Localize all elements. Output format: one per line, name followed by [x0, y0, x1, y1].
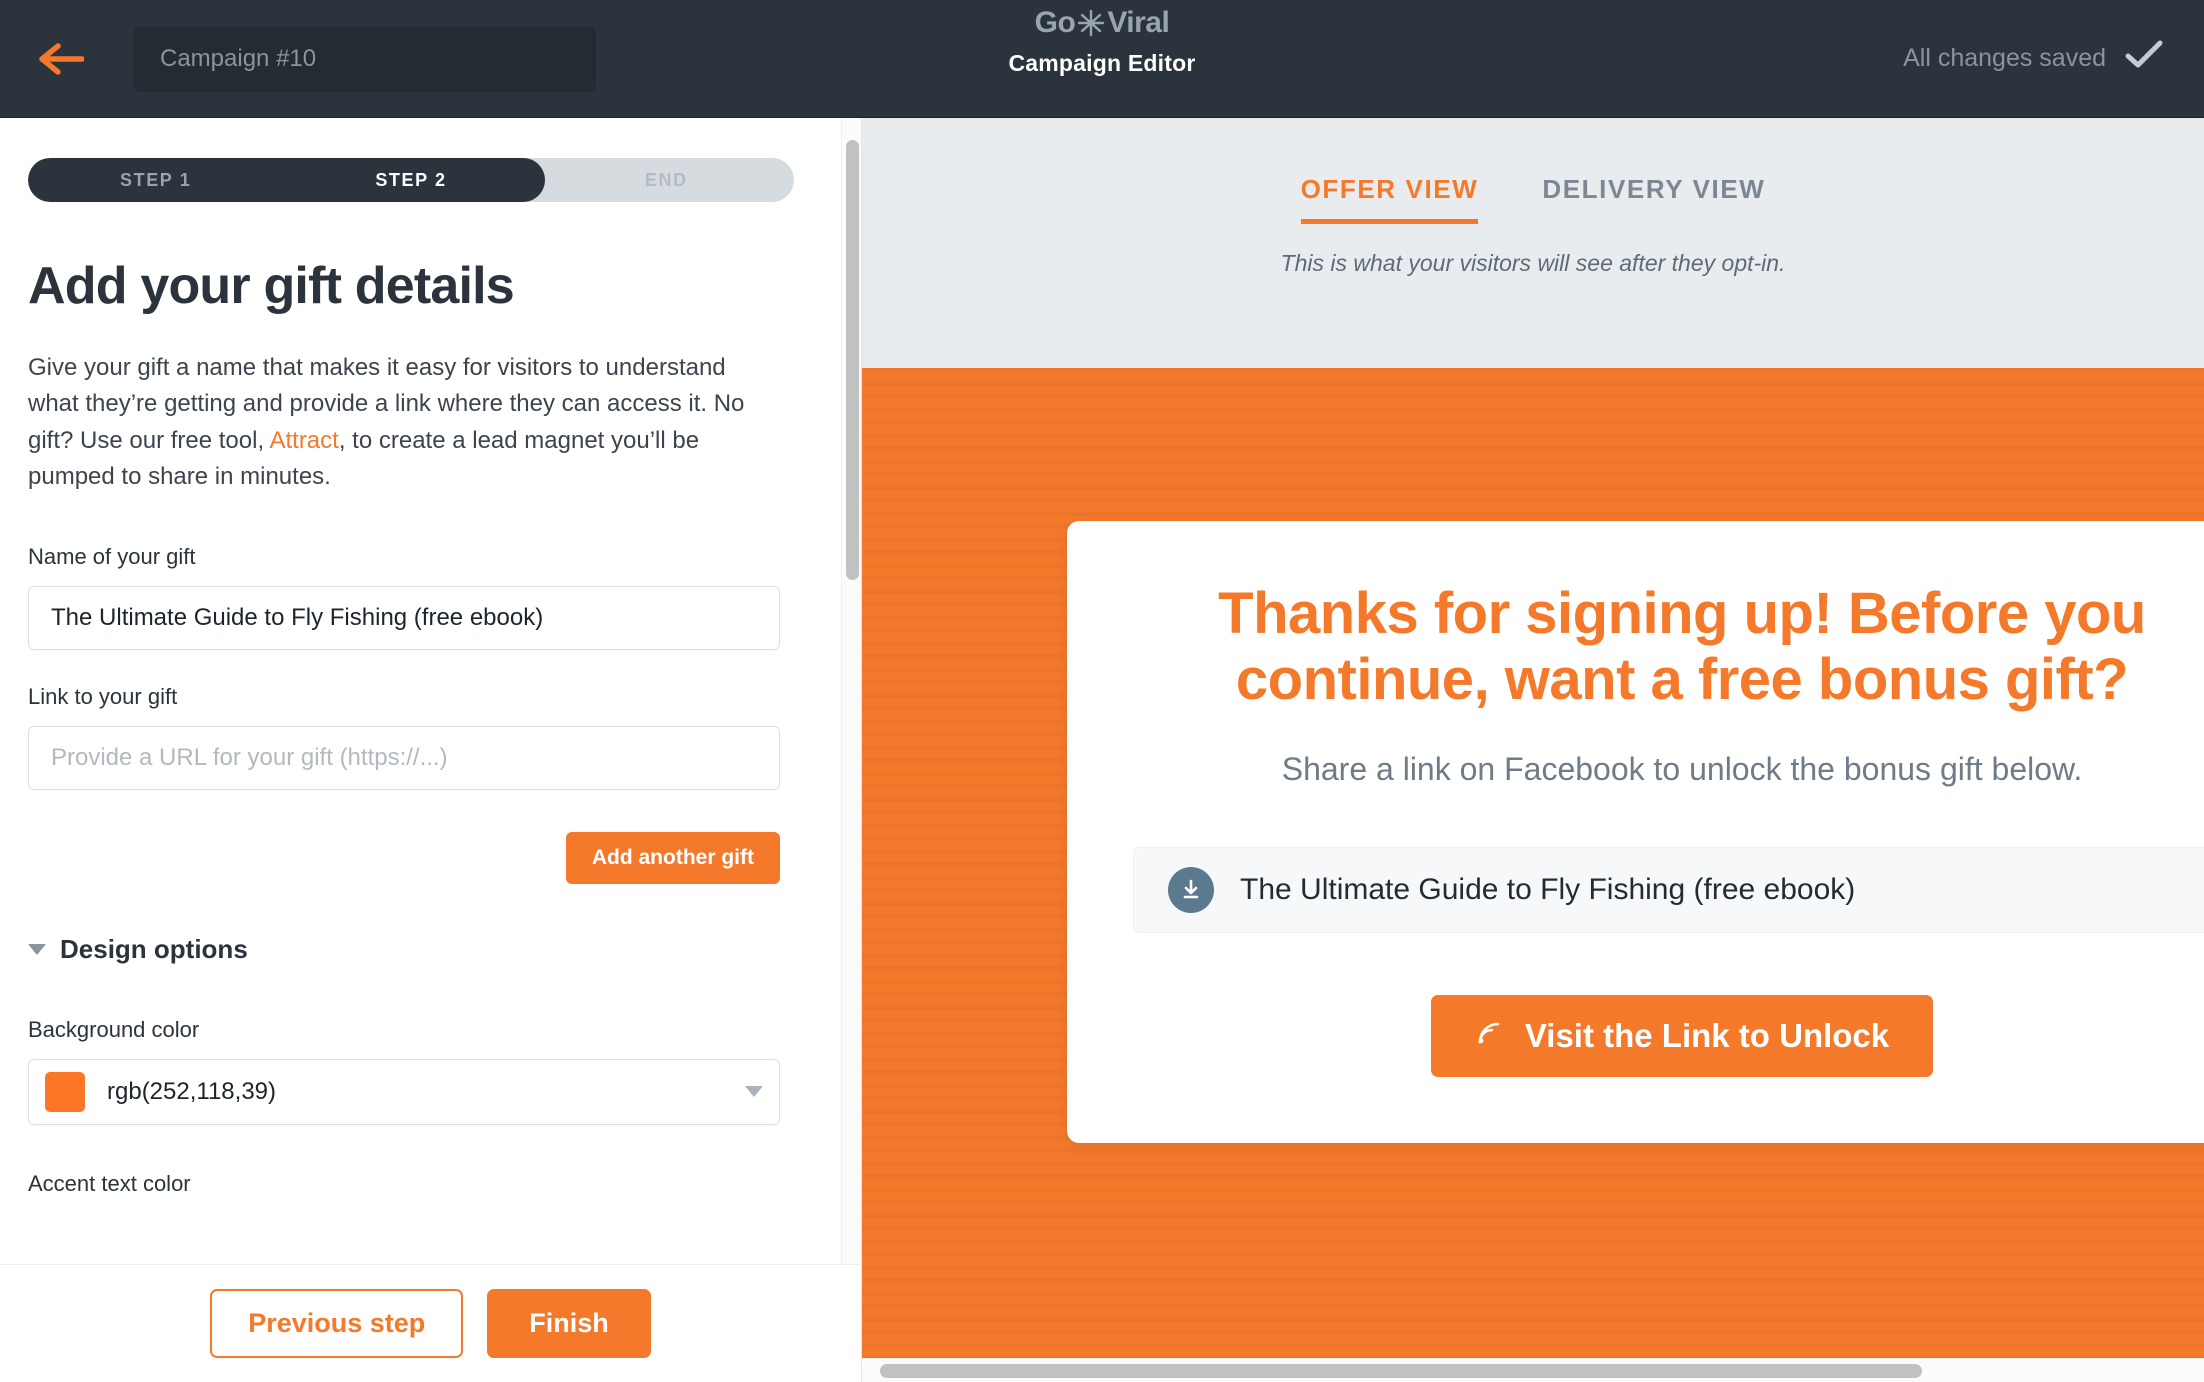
color-swatch: [45, 1071, 85, 1112]
offer-card: Thanks for signing up! Before you contin…: [1067, 521, 2204, 1143]
gift-link-input[interactable]: [28, 725, 780, 790]
preview-horizontal-scrollbar[interactable]: [862, 1358, 2204, 1382]
intro-paragraph: Give your gift a name that makes it easy…: [28, 350, 753, 496]
chevron-down-icon: [28, 943, 46, 955]
preview-view-tabs: OFFER VIEW DELIVERY VIEW: [1300, 174, 1766, 224]
editor-scroll-area: STEP 1 STEP 2 END Add your gift details …: [0, 118, 861, 1382]
campaign-name-input[interactable]: [134, 25, 596, 92]
gift-list-item-title: The Ultimate Guide to Fly Fishing (free …: [1240, 872, 1856, 906]
editor-panel: STEP 1 STEP 2 END Add your gift details …: [0, 118, 862, 1382]
step-end[interactable]: END: [539, 158, 794, 202]
design-options-label: Design options: [60, 933, 248, 964]
background-color-value: rgb(252,118,39): [107, 1077, 277, 1105]
cta-label: Visit the Link to Unlock: [1524, 1016, 1890, 1054]
checkmark-icon: [2124, 39, 2164, 78]
editor-footer: Previous step Finish: [0, 1264, 861, 1382]
brand-logo: Go Viral: [1035, 8, 1170, 38]
starburst-icon: [1076, 8, 1106, 38]
tab-delivery-view[interactable]: DELIVERY VIEW: [1542, 174, 1765, 224]
step-1[interactable]: STEP 1: [28, 158, 283, 202]
editor-vertical-scrollbar[interactable]: [841, 118, 861, 1382]
preview-panel: OFFER VIEW DELIVERY VIEW This is what yo…: [862, 118, 2204, 1382]
finish-button[interactable]: Finish: [487, 1289, 651, 1358]
top-bar: Go: [0, 0, 2204, 118]
offer-headline: Thanks for signing up! Before you contin…: [1218, 581, 2146, 713]
background-color-select[interactable]: rgb(252,118,39): [28, 1058, 780, 1125]
preview-stage: Thanks for signing up! Before you contin…: [862, 368, 2204, 1382]
add-gift-row: Add another gift: [28, 831, 780, 884]
save-status-label: All changes saved: [1903, 44, 2106, 72]
cta-row: Visit the Link to Unlock: [1133, 994, 2204, 1077]
preview-header: OFFER VIEW DELIVERY VIEW This is what yo…: [862, 118, 2204, 368]
design-options-toggle[interactable]: Design options: [28, 934, 833, 965]
gift-link-label: Link to your gift: [28, 683, 178, 709]
page-title: Add your gift details: [28, 257, 515, 315]
accent-text-color-label: Accent text color: [28, 1170, 191, 1196]
campaign-editor-app: Go: [0, 0, 2204, 1382]
attract-link[interactable]: Attract: [269, 427, 338, 454]
app-subtitle: Campaign Editor: [1008, 50, 1196, 76]
gift-list-item[interactable]: The Ultimate Guide to Fly Fishing (free …: [1133, 846, 2204, 933]
previous-step-button[interactable]: Previous step: [210, 1289, 464, 1358]
gift-name-label: Name of your gift: [28, 543, 196, 569]
visit-link-to-unlock-button[interactable]: Visit the Link to Unlock: [1430, 994, 1934, 1077]
editor-vertical-scrollbar-thumb[interactable]: [846, 140, 859, 580]
share-rss-icon: [1475, 1017, 1503, 1055]
save-status: All changes saved: [1903, 39, 2170, 78]
preview-horizontal-scrollbar-thumb[interactable]: [880, 1364, 1922, 1378]
main-area: STEP 1 STEP 2 END Add your gift details …: [0, 118, 2204, 1382]
download-icon: [1168, 866, 1214, 913]
preview-hint: This is what your visitors will see afte…: [1280, 250, 1786, 276]
tab-offer-view[interactable]: OFFER VIEW: [1300, 174, 1479, 224]
gift-name-input[interactable]: [28, 585, 780, 650]
brand-logo-viral: Viral: [1107, 6, 1170, 39]
add-another-gift-button[interactable]: Add another gift: [565, 831, 780, 884]
background-color-label: Background color: [28, 1016, 200, 1042]
chevron-down-icon: [745, 1086, 763, 1098]
step-progress-bar: STEP 1 STEP 2 END: [28, 158, 794, 202]
offer-subtext: Share a link on Facebook to unlock the b…: [1281, 751, 2083, 788]
back-arrow-icon[interactable]: [34, 32, 88, 86]
brand-logo-go: Go: [1034, 6, 1076, 39]
step-2[interactable]: STEP 2: [283, 158, 538, 202]
